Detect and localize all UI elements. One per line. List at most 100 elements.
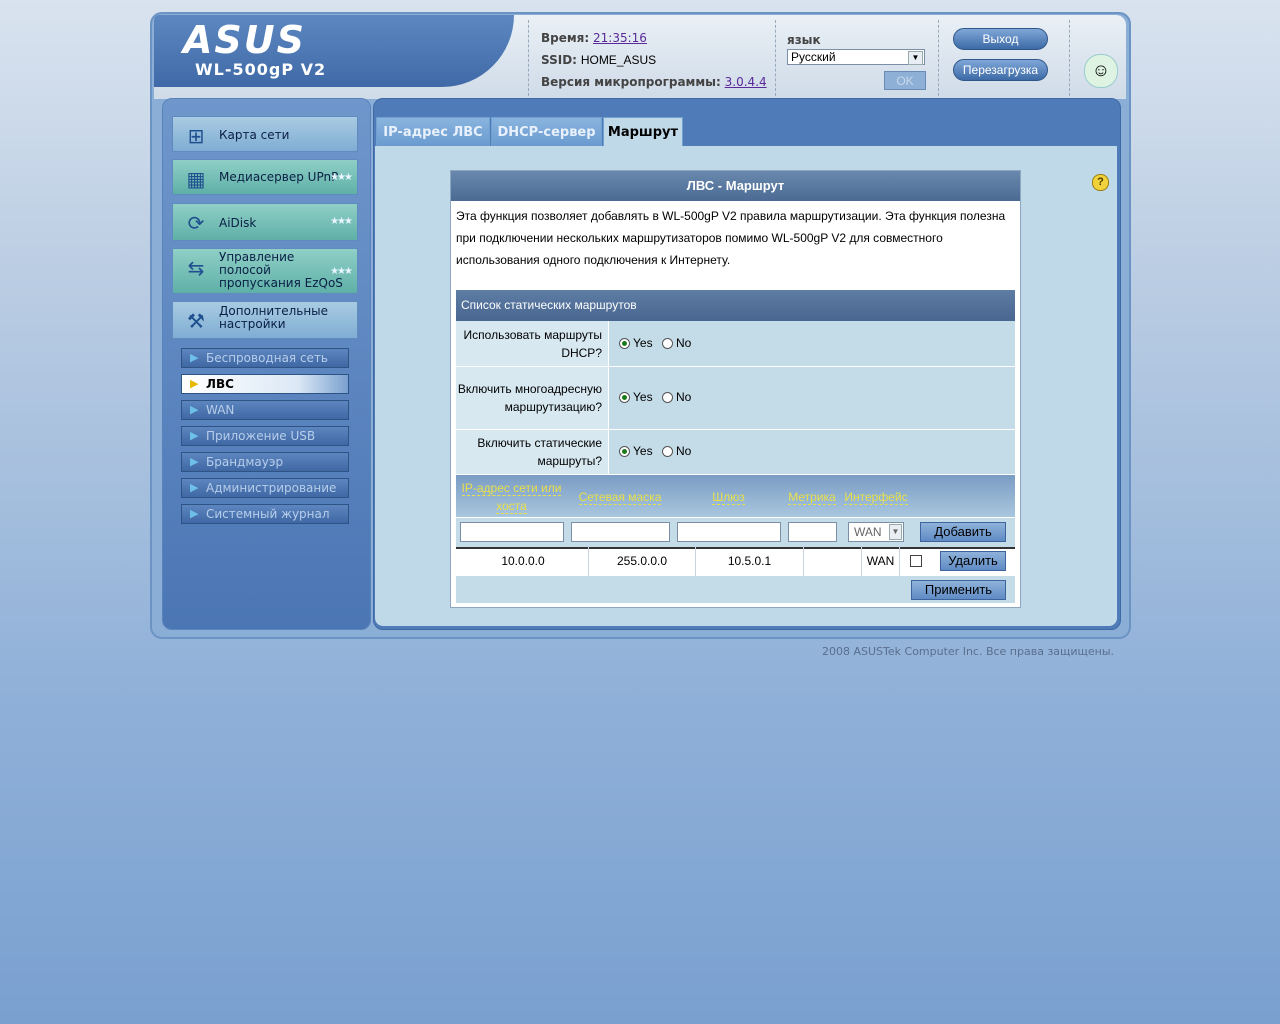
sidebar-sub-firewall[interactable]: ▶ Брандмауэр [181,452,349,472]
route-metric-cell [804,547,862,576]
route-ip-cell: 10.0.0.0 [458,547,589,576]
route-gateway-cell: 10.5.0.1 [696,547,804,576]
arrow-right-icon: ▶ [190,403,199,416]
language-label: язык [787,33,821,47]
radio-label: Yes [633,336,653,350]
interface-select[interactable]: WAN ▼ [848,522,904,542]
static-routes-yes-radio[interactable]: Yes [619,444,653,458]
panel-description: Эта функция позволяет добавлять в WL-500… [456,209,1006,267]
model-name: WL-500gP V2 [195,60,327,79]
sidebar-item-advanced[interactable]: ⚒ Дополнительные настройки [172,301,358,339]
arrow-right-icon: ▶ [190,351,199,364]
radio-unchecked-icon [662,445,673,457]
column-header-ip: IP-адрес сети или хоста [458,479,565,515]
radio-label: No [676,336,692,350]
time-label: Время: [541,31,590,45]
sidebar-sub-admin[interactable]: ▶ Администрирование [181,478,349,498]
header-divider [938,20,939,96]
language-selected-value: Русский [791,50,836,64]
apply-button[interactable]: Применить [911,580,1006,600]
option-label: Включить статические маршруты? [456,430,609,474]
sub-item-label: WAN [206,403,235,417]
chevron-down-icon: ▼ [908,51,923,65]
sidebar-item-label: Карта сети [219,128,290,142]
sidebar-sub-wan[interactable]: ▶ WAN [181,400,349,420]
sidebar-item-label: Медиасервер UPnP [219,170,339,184]
gateway-input[interactable] [677,522,781,542]
language-ok-button[interactable]: OK [884,71,926,90]
firmware-label: Версия микропрограммы: [541,75,721,89]
dhcp-routes-no-radio[interactable]: No [662,336,691,350]
firmware-info: Версия микропрограммы: 3.0.4.4 [541,75,767,89]
sidebar-item-media-server[interactable]: ▦ Медиасервер UPnP ★★★ [172,159,358,195]
time-link[interactable]: 21:35:16 [593,31,647,45]
arrow-right-icon: ▶ [190,377,199,390]
column-header-label: Шлюз [712,490,745,505]
delete-route-button[interactable]: Удалить [940,551,1006,571]
metric-input[interactable] [788,522,837,542]
sidebar-sub-lan[interactable]: ▶ ЛВС [181,374,349,394]
route-select-checkbox[interactable] [910,555,922,567]
sidebar-item-label: Управление полосой пропускания EzQoS [219,250,343,290]
panel-title: ЛВС - Маршрут [451,171,1020,201]
column-header-metric: Метрика [786,488,838,506]
chevron-down-icon: ▼ [889,524,902,540]
column-header-label: Метрика [788,490,836,505]
asus-logo: ASUS [183,18,307,62]
header-divider [1069,20,1070,96]
ssid-info: SSID: HOME_ASUS [541,53,656,67]
time-info: Время: 21:35:16 [541,31,647,45]
column-header-interface: Интерфейс [842,488,910,506]
mask-input[interactable] [571,522,670,542]
radio-checked-icon [619,337,630,349]
stars-icon: ★★★ [330,172,353,183]
ip-input[interactable] [460,522,564,542]
sidebar-item-network-map[interactable]: ⊞ Карта сети [172,116,358,152]
help-icon[interactable]: ? [1092,174,1109,191]
option-row-static-routes: Включить статические маршруты? [456,430,1015,475]
radio-checked-icon [619,391,630,403]
sidebar-sub-wireless[interactable]: ▶ Беспроводная сеть [181,348,349,368]
tools-icon: ⚒ [187,311,205,333]
static-routes-header: Список статических маршрутов [456,290,1015,321]
sidebar-item-aidisk[interactable]: ⟳ AiDisk ★★★ [172,203,358,241]
ssid-value: HOME_ASUS [580,53,657,67]
radio-unchecked-icon [662,337,673,349]
tab-route[interactable]: Маршрут [603,117,683,146]
header-divider [775,20,776,96]
option-row-multicast: Включить многоадресную маршрутизацию? [456,367,1015,430]
sidebar-sub-syslog[interactable]: ▶ Системный журнал [181,504,349,524]
stars-icon: ★★★ [330,216,353,227]
reboot-button[interactable]: Перезагрузка [953,59,1048,81]
multicast-yes-radio[interactable]: Yes [619,390,653,404]
aidisk-icon: ⟳ [187,213,205,235]
sub-item-label: Приложение USB [206,429,316,443]
firmware-link[interactable]: 3.0.4.4 [725,75,767,89]
sub-item-label: Брандмауэр [206,455,284,469]
tab-dhcp-server[interactable]: DHCP-сервер [491,117,602,146]
add-route-button[interactable]: Добавить [920,522,1006,542]
logout-button[interactable]: Выход [953,28,1048,50]
tab-lan-ip[interactable]: IP-адрес ЛВС [376,117,490,146]
ssid-label: SSID: [541,53,577,67]
arrow-right-icon: ▶ [190,481,199,494]
option-label: Использовать маршруты DHCP? [456,321,609,366]
sidebar-item-ezqos[interactable]: ⇆ Управление полосой пропускания EzQoS ★… [172,248,358,294]
column-header-mask: Сетевая маска [568,488,672,506]
multicast-no-radio[interactable]: No [662,390,691,404]
sidebar-item-label: AiDisk [219,216,257,230]
qos-icon: ⇆ [187,258,205,280]
arrow-right-icon: ▶ [190,507,199,520]
radio-label: Yes [633,390,653,404]
sub-item-label: Беспроводная сеть [206,351,329,365]
dhcp-routes-yes-radio[interactable]: Yes [619,336,653,350]
interface-selected-value: WAN [854,525,882,539]
sidebar-sub-usb[interactable]: ▶ Приложение USB [181,426,349,446]
language-select[interactable]: Русский ▼ [787,49,925,65]
column-header-label: Сетевая маска [578,490,662,505]
option-row-dhcp-routes: Использовать маршруты DHCP? [456,321,1015,367]
column-header-label: Интерфейс [844,490,908,505]
radio-label: No [676,444,692,458]
stars-icon: ★★★ [330,266,353,277]
static-routes-no-radio[interactable]: No [662,444,691,458]
